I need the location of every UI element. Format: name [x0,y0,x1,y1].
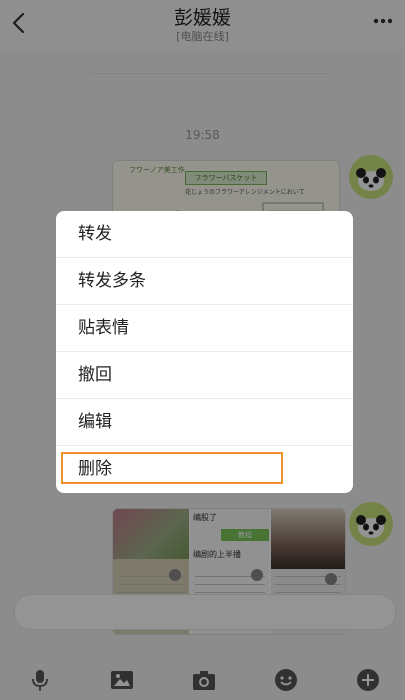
delete-highlight-box [61,452,283,484]
menu-item-sticker[interactable]: 贴表情 [56,305,353,352]
menu-item-edit[interactable]: 编辑 [56,399,353,446]
menu-item-forward-multiple[interactable]: 转发多条 [56,258,353,305]
message-context-menu: 转发 转发多条 贴表情 撤回 编辑 删除 [56,211,353,493]
menu-item-recall[interactable]: 撤回 [56,352,353,399]
menu-item-forward[interactable]: 转发 [56,211,353,258]
